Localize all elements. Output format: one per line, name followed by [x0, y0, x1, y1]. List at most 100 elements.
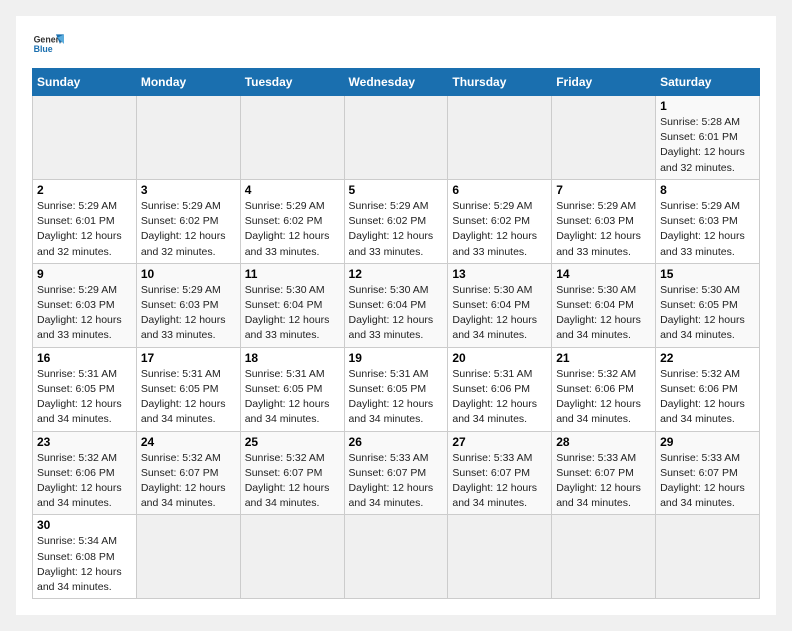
- calendar-cell: 20Sunrise: 5:31 AMSunset: 6:06 PMDayligh…: [448, 347, 552, 431]
- weekday-thursday: Thursday: [448, 69, 552, 96]
- calendar-cell: 1Sunrise: 5:28 AMSunset: 6:01 PMDaylight…: [656, 96, 760, 180]
- day-info: Sunrise: 5:32 AMSunset: 6:06 PMDaylight:…: [660, 367, 755, 428]
- day-info: Sunrise: 5:34 AMSunset: 6:08 PMDaylight:…: [37, 534, 132, 595]
- day-number: 2: [37, 183, 132, 197]
- day-number: 18: [245, 351, 340, 365]
- day-info: Sunrise: 5:33 AMSunset: 6:07 PMDaylight:…: [452, 451, 547, 512]
- calendar-cell: [240, 96, 344, 180]
- day-info: Sunrise: 5:31 AMSunset: 6:05 PMDaylight:…: [245, 367, 340, 428]
- day-number: 8: [660, 183, 755, 197]
- calendar-cell: 4 Sunrise: 5:29 AMSunset: 6:02 PMDaylight…: [240, 179, 344, 263]
- calendar-cell: [240, 515, 344, 599]
- week-row-2: 2 Sunrise: 5:29 AMSunset: 6:01 PMDaylight…: [33, 179, 760, 263]
- day-info: Sunrise: 5:29 AMSunset: 6:03 PMDaylight:…: [556, 199, 651, 260]
- day-number: 26: [349, 435, 444, 449]
- calendar-cell: 27 Sunrise: 5:33 AMSunset: 6:07 PMDayligh…: [448, 431, 552, 515]
- calendar-cell: 17 Sunrise: 5:31 AMSunset: 6:05 PMDayligh…: [136, 347, 240, 431]
- calendar-cell: 30 Sunrise: 5:34 AMSunset: 6:08 PMDayligh…: [33, 515, 137, 599]
- day-info: Sunrise: 5:29 AMSunset: 6:02 PMDaylight:…: [452, 199, 547, 260]
- day-info: Sunrise: 5:28 AMSunset: 6:01 PMDaylight:…: [660, 115, 755, 176]
- day-info: Sunrise: 5:29 AMSunset: 6:02 PMDaylight:…: [245, 199, 340, 260]
- day-number: 13: [452, 267, 547, 281]
- logo: General Blue: [32, 28, 64, 60]
- day-number: 27: [452, 435, 547, 449]
- day-info: Sunrise: 5:32 AMSunset: 6:07 PMDaylight:…: [245, 451, 340, 512]
- weekday-header-row: SundayMondayTuesdayWednesdayThursdayFrid…: [33, 69, 760, 96]
- calendar-cell: [552, 515, 656, 599]
- calendar-cell: [344, 96, 448, 180]
- header: General Blue: [32, 28, 760, 60]
- calendar-cell: 24Sunrise: 5:32 AMSunset: 6:07 PMDayligh…: [136, 431, 240, 515]
- calendar-cell: 14Sunrise: 5:30 AMSunset: 6:04 PMDayligh…: [552, 263, 656, 347]
- day-number: 30: [37, 518, 132, 532]
- day-number: 7: [556, 183, 651, 197]
- day-info: Sunrise: 5:31 AMSunset: 6:06 PMDaylight:…: [452, 367, 547, 428]
- calendar-cell: [448, 515, 552, 599]
- weekday-sunday: Sunday: [33, 69, 137, 96]
- day-number: 23: [37, 435, 132, 449]
- calendar-cell: 2 Sunrise: 5:29 AMSunset: 6:01 PMDaylight…: [33, 179, 137, 263]
- calendar-cell: 8Sunrise: 5:29 AMSunset: 6:03 PMDaylight…: [656, 179, 760, 263]
- calendar-cell: 22 Sunrise: 5:32 AMSunset: 6:06 PMDayligh…: [656, 347, 760, 431]
- day-number: 6: [452, 183, 547, 197]
- week-row-1: 1Sunrise: 5:28 AMSunset: 6:01 PMDaylight…: [33, 96, 760, 180]
- calendar-body: 1Sunrise: 5:28 AMSunset: 6:01 PMDaylight…: [33, 96, 760, 599]
- calendar-cell: 16 Sunrise: 5:31 AMSunset: 6:05 PMDayligh…: [33, 347, 137, 431]
- day-info: Sunrise: 5:31 AMSunset: 6:05 PMDaylight:…: [349, 367, 444, 428]
- calendar-cell: 13 Sunrise: 5:30 AMSunset: 6:04 PMDayligh…: [448, 263, 552, 347]
- day-number: 29: [660, 435, 755, 449]
- calendar-cell: 9 Sunrise: 5:29 AMSunset: 6:03 PMDaylight…: [33, 263, 137, 347]
- calendar-cell: 21 Sunrise: 5:32 AMSunset: 6:06 PMDayligh…: [552, 347, 656, 431]
- calendar-table: SundayMondayTuesdayWednesdayThursdayFrid…: [32, 68, 760, 599]
- day-number: 19: [349, 351, 444, 365]
- calendar-cell: 28 Sunrise: 5:33 AMSunset: 6:07 PMDayligh…: [552, 431, 656, 515]
- day-info: Sunrise: 5:30 AMSunset: 6:04 PMDaylight:…: [349, 283, 444, 344]
- calendar-container: General Blue SundayMondayTuesdayWednesda…: [16, 16, 776, 615]
- day-info: Sunrise: 5:30 AMSunset: 6:04 PMDaylight:…: [245, 283, 340, 344]
- day-number: 4: [245, 183, 340, 197]
- day-number: 15: [660, 267, 755, 281]
- day-number: 10: [141, 267, 236, 281]
- svg-text:Blue: Blue: [34, 44, 53, 54]
- week-row-5: 23Sunrise: 5:32 AMSunset: 6:06 PMDayligh…: [33, 431, 760, 515]
- day-info: Sunrise: 5:33 AMSunset: 6:07 PMDaylight:…: [349, 451, 444, 512]
- day-number: 3: [141, 183, 236, 197]
- day-number: 22: [660, 351, 755, 365]
- day-number: 12: [349, 267, 444, 281]
- calendar-cell: 12 Sunrise: 5:30 AMSunset: 6:04 PMDayligh…: [344, 263, 448, 347]
- day-info: Sunrise: 5:31 AMSunset: 6:05 PMDaylight:…: [37, 367, 132, 428]
- day-number: 24: [141, 435, 236, 449]
- calendar-cell: 7 Sunrise: 5:29 AMSunset: 6:03 PMDaylight…: [552, 179, 656, 263]
- calendar-cell: [136, 515, 240, 599]
- calendar-cell: 11 Sunrise: 5:30 AMSunset: 6:04 PMDayligh…: [240, 263, 344, 347]
- week-row-3: 9 Sunrise: 5:29 AMSunset: 6:03 PMDaylight…: [33, 263, 760, 347]
- day-info: Sunrise: 5:33 AMSunset: 6:07 PMDaylight:…: [556, 451, 651, 512]
- day-info: Sunrise: 5:30 AMSunset: 6:04 PMDaylight:…: [452, 283, 547, 344]
- day-number: 9: [37, 267, 132, 281]
- day-info: Sunrise: 5:29 AMSunset: 6:03 PMDaylight:…: [37, 283, 132, 344]
- day-number: 28: [556, 435, 651, 449]
- calendar-cell: 19 Sunrise: 5:31 AMSunset: 6:05 PMDayligh…: [344, 347, 448, 431]
- calendar-cell: 26 Sunrise: 5:33 AMSunset: 6:07 PMDayligh…: [344, 431, 448, 515]
- day-info: Sunrise: 5:29 AMSunset: 6:03 PMDaylight:…: [141, 283, 236, 344]
- day-info: Sunrise: 5:29 AMSunset: 6:02 PMDaylight:…: [141, 199, 236, 260]
- calendar-cell: 10 Sunrise: 5:29 AMSunset: 6:03 PMDayligh…: [136, 263, 240, 347]
- day-number: 21: [556, 351, 651, 365]
- day-info: Sunrise: 5:31 AMSunset: 6:05 PMDaylight:…: [141, 367, 236, 428]
- day-info: Sunrise: 5:32 AMSunset: 6:06 PMDaylight:…: [556, 367, 651, 428]
- calendar-cell: [33, 96, 137, 180]
- weekday-friday: Friday: [552, 69, 656, 96]
- calendar-header: SundayMondayTuesdayWednesdayThursdayFrid…: [33, 69, 760, 96]
- day-info: Sunrise: 5:29 AMSunset: 6:02 PMDaylight:…: [349, 199, 444, 260]
- weekday-wednesday: Wednesday: [344, 69, 448, 96]
- day-number: 16: [37, 351, 132, 365]
- calendar-cell: 3 Sunrise: 5:29 AMSunset: 6:02 PMDaylight…: [136, 179, 240, 263]
- day-info: Sunrise: 5:30 AMSunset: 6:05 PMDaylight:…: [660, 283, 755, 344]
- day-number: 5: [349, 183, 444, 197]
- day-info: Sunrise: 5:29 AMSunset: 6:01 PMDaylight:…: [37, 199, 132, 260]
- day-number: 11: [245, 267, 340, 281]
- calendar-cell: 15 Sunrise: 5:30 AMSunset: 6:05 PMDayligh…: [656, 263, 760, 347]
- calendar-cell: 6 Sunrise: 5:29 AMSunset: 6:02 PMDaylight…: [448, 179, 552, 263]
- day-number: 17: [141, 351, 236, 365]
- day-info: Sunrise: 5:30 AMSunset: 6:04 PMDaylight:…: [556, 283, 651, 344]
